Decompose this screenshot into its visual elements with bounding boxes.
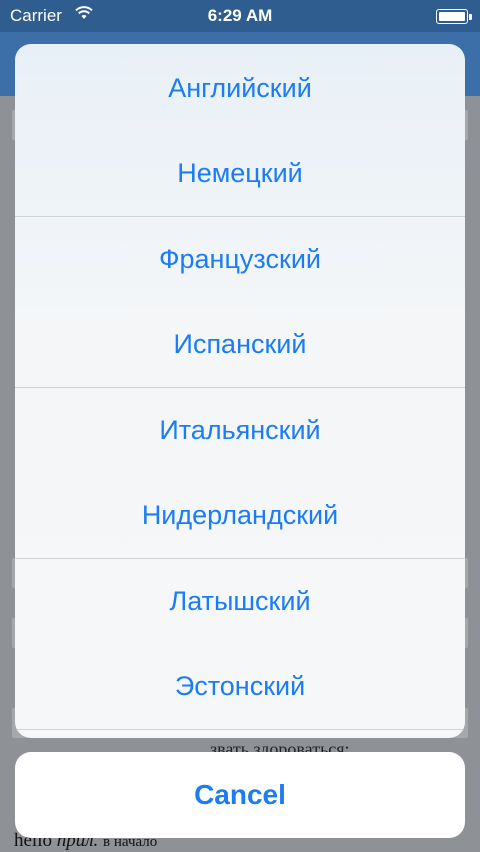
battery-icon <box>436 9 472 24</box>
language-option-dutch[interactable]: Нидерландский <box>15 473 465 558</box>
status-time: 6:29 AM <box>207 6 273 25</box>
status-bar: Carrier 6:29 AM <box>0 0 480 32</box>
cancel-button[interactable]: Cancel <box>15 752 465 838</box>
language-option-english[interactable]: Английский <box>15 46 465 131</box>
language-option-estonian[interactable]: Эстонский <box>15 644 465 729</box>
language-option-french[interactable]: Французский <box>15 217 465 302</box>
language-option-italian[interactable]: Итальянский <box>15 388 465 473</box>
language-option-latvian[interactable]: Латышский <box>15 559 465 644</box>
language-option-spanish[interactable]: Испанский <box>15 302 465 387</box>
language-action-sheet: Английский Немецкий Французский Испански… <box>15 44 465 738</box>
separator <box>15 729 465 730</box>
language-option-german[interactable]: Немецкий <box>15 131 465 216</box>
